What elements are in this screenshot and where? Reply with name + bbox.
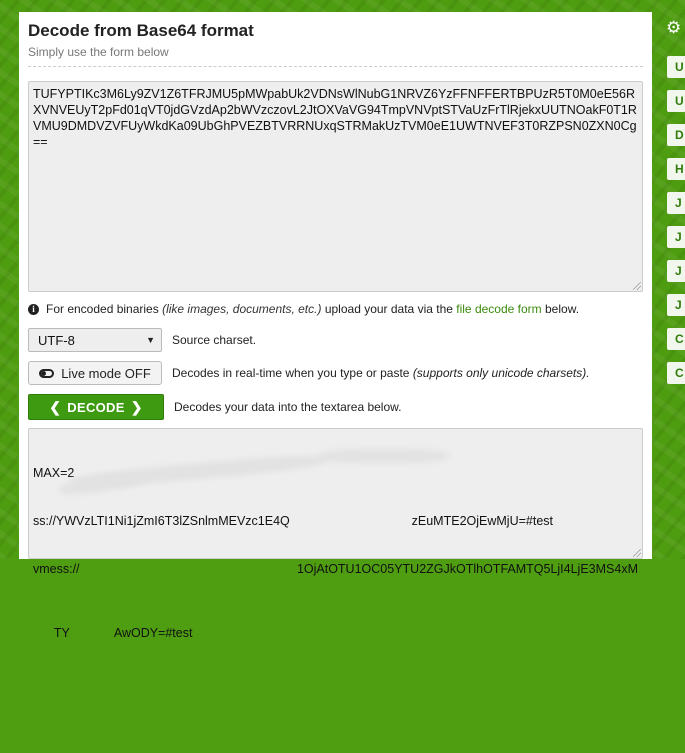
decode-button[interactable]: ❮ DECODE ❯ bbox=[28, 394, 164, 420]
decode-label: DECODE bbox=[67, 399, 125, 415]
live-mode-description: Decodes in real-time when you type or pa… bbox=[172, 366, 590, 380]
chevron-right-icon: ❯ bbox=[130, 398, 143, 415]
sidebar-item[interactable]: C bbox=[667, 328, 685, 350]
output-line-2-end: zEuMTE2OjEwMjU=#test bbox=[411, 514, 553, 528]
sidebar-item[interactable]: J bbox=[667, 226, 685, 248]
binary-info-row: i For encoded binaries (like images, doc… bbox=[28, 302, 579, 316]
decode-row: ❮ DECODE ❯ Decodes your data into the te… bbox=[28, 394, 401, 420]
caret-down-icon: ▼ bbox=[146, 335, 155, 345]
output-line-4-start: TY bbox=[53, 626, 70, 640]
file-decode-form-link[interactable]: file decode form bbox=[456, 302, 541, 316]
sidebar-item[interactable]: D bbox=[667, 124, 685, 146]
output-line-4-end: AwODY=#test bbox=[113, 626, 193, 640]
resize-handle[interactable] bbox=[633, 282, 641, 290]
output-line-3-end: 1OjAtOTU1OC05YTU2ZGJkOTlhOTFAMTQ5LjI4LjE… bbox=[296, 562, 638, 576]
decode-description: Decodes your data into the textarea belo… bbox=[174, 400, 402, 414]
redaction-blur bbox=[319, 449, 449, 463]
sidebar-item[interactable]: J bbox=[667, 294, 685, 316]
info-prefix: For encoded binaries bbox=[46, 302, 159, 316]
output-line-4: TY AwODY=#test bbox=[33, 609, 638, 657]
page-title: Decode from Base64 format bbox=[28, 21, 254, 40]
gear-icon[interactable]: ⚙ bbox=[666, 18, 681, 38]
live-mode-button[interactable]: Live mode OFF bbox=[28, 361, 162, 385]
info-suffix: below. bbox=[545, 302, 580, 316]
encoded-input-text: TUFYPTIKc3M6Ly9ZV1Z6TFRJMU5pMWpabUk2VDNs… bbox=[33, 87, 637, 149]
charset-select[interactable]: UTF-8 ▼ bbox=[28, 328, 162, 352]
resize-handle[interactable] bbox=[633, 549, 641, 557]
header-divider bbox=[28, 66, 643, 67]
info-icon: i bbox=[28, 303, 39, 315]
sidebar-item[interactable]: H bbox=[667, 158, 685, 180]
output-line-3: vmess:// 1OjAtOTU1OC05YTU2ZGJkOTlhOTFAMT… bbox=[33, 561, 638, 577]
sidebar-item[interactable]: U bbox=[667, 90, 685, 112]
panel-header: Decode from Base64 format Simply use the… bbox=[19, 12, 652, 59]
sidebar-item[interactable]: U bbox=[667, 56, 685, 78]
toggle-off-icon bbox=[39, 368, 55, 378]
charset-row: UTF-8 ▼ Source charset. bbox=[28, 328, 256, 352]
output-line-2-start: ss://YWVzLTI1Ni1jZmI6T3lZSnlmMEVzc1E4Q bbox=[33, 514, 290, 528]
sidebar: ⚙ U U D H J J J J C C bbox=[662, 12, 685, 559]
live-mode-note: (supports only unicode charsets). bbox=[412, 366, 590, 380]
output-line-2: ss://YWVzLTI1Ni1jZmI6T3lZSnlmMEVzc1E4Q z… bbox=[33, 513, 553, 529]
info-examples: (like images, documents, etc.) bbox=[162, 302, 322, 316]
charset-description: Source charset. bbox=[172, 333, 257, 347]
charset-selected-value: UTF-8 bbox=[38, 332, 75, 348]
decoded-output-textarea[interactable]: MAX=2 ss://YWVzLTI1Ni1jZmI6T3lZSnlmMEVzc… bbox=[28, 428, 643, 640]
encoded-input-textarea[interactable]: TUFYPTIKc3M6Ly9ZV1Z6TFRJMU5pMWpabUk2VDNs… bbox=[28, 81, 643, 292]
sidebar-item[interactable]: J bbox=[667, 260, 685, 282]
sidebar-item[interactable]: C bbox=[667, 362, 685, 384]
live-mode-row: Live mode OFF Decodes in real-time when … bbox=[28, 361, 590, 385]
live-mode-description-text: Decodes in real-time when you type or pa… bbox=[172, 366, 410, 380]
page-subtitle: Simply use the form below bbox=[28, 45, 169, 59]
sidebar-item[interactable]: J bbox=[667, 192, 685, 214]
chevron-left-icon: ❮ bbox=[49, 398, 62, 415]
live-mode-label: Live mode OFF bbox=[61, 365, 151, 381]
info-middle: upload your data via the bbox=[324, 302, 453, 316]
output-line-3-start: vmess:// bbox=[33, 562, 80, 576]
main-panel: Decode from Base64 format Simply use the… bbox=[19, 12, 652, 640]
